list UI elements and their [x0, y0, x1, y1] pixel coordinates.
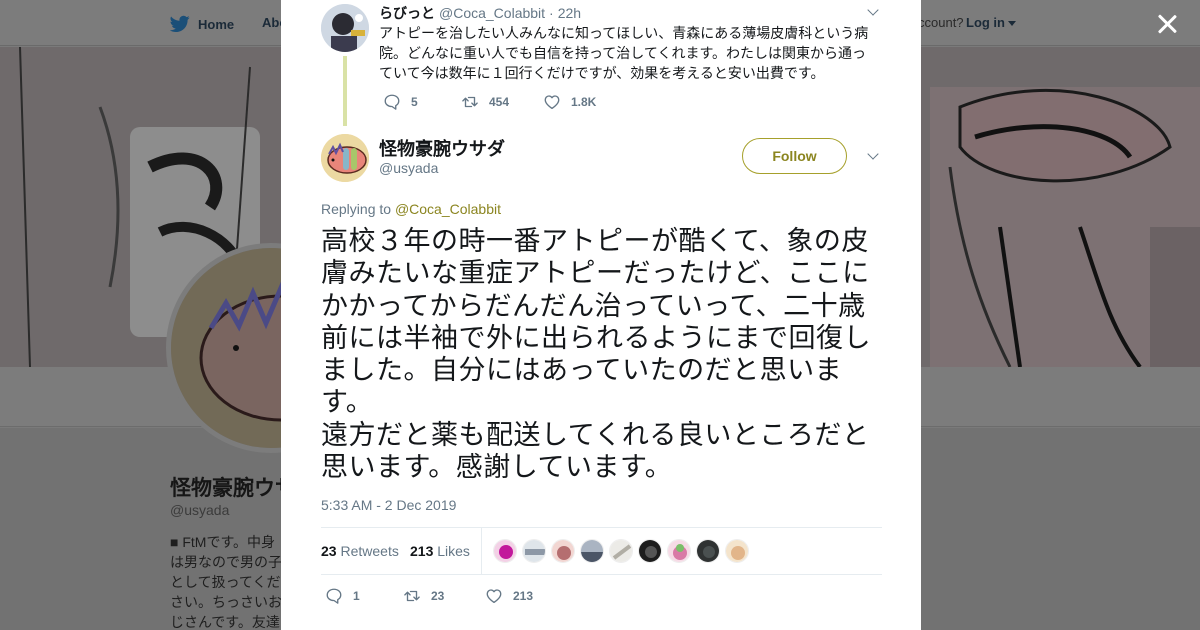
- retweets-stat-label: Retweets: [340, 543, 399, 559]
- likes-stat[interactable]: 213 Likes: [410, 543, 470, 559]
- retweet-button[interactable]: 23: [403, 587, 485, 605]
- login-button[interactable]: Log in: [966, 15, 1016, 30]
- chevron-down-icon[interactable]: [867, 6, 879, 18]
- like-count: 213: [513, 589, 534, 603]
- replying-to-link[interactable]: @Coca_Colabbit: [395, 201, 501, 217]
- author-handle[interactable]: @usyada: [379, 160, 438, 176]
- reply-icon: [326, 588, 342, 604]
- parent-author-handle[interactable]: @Coca_Colabbit: [439, 5, 545, 21]
- like-button[interactable]: 1.8K: [543, 93, 596, 111]
- liker-avatar[interactable]: [522, 539, 546, 563]
- replying-prefix: Replying to: [321, 201, 392, 217]
- reply-button[interactable]: 1: [325, 587, 403, 605]
- likes-stat-count: 213: [410, 543, 434, 559]
- separator-dot: ·: [549, 5, 554, 21]
- liker-avatar[interactable]: [580, 539, 604, 563]
- retweet-count: 454: [489, 95, 510, 109]
- liker-avatar[interactable]: [696, 539, 720, 563]
- retweets-stat[interactable]: 23 Retweets: [321, 543, 399, 559]
- liker-avatar[interactable]: [493, 539, 517, 563]
- account-prompt: ccount?: [918, 15, 964, 30]
- liker-avatar[interactable]: [725, 539, 749, 563]
- parent-tweet[interactable]: らびっと @Coca_Colabbit · 22h アトピーを治したい人みんなに…: [321, 0, 881, 126]
- like-count: 1.8K: [571, 95, 597, 109]
- heart-icon: [544, 95, 560, 110]
- nav-home[interactable]: Home: [170, 15, 234, 33]
- reply-count: 5: [411, 95, 418, 109]
- retweet-icon: [404, 590, 420, 602]
- tweet-text: 高校３年の時一番アトピーが酷くて、象の皮膚みたいな重症アトピーだったけど、ここに…: [321, 226, 871, 484]
- profile-handle: @usyada: [170, 502, 230, 518]
- parent-tweet-actions: 5 454 1.8K: [383, 93, 596, 111]
- likes-stat-label: Likes: [437, 543, 470, 559]
- reply-button[interactable]: 5: [383, 93, 461, 111]
- liker-avatar[interactable]: [638, 539, 662, 563]
- retweet-button[interactable]: 454: [461, 93, 543, 111]
- reply-count: 1: [353, 589, 360, 603]
- tweet-timestamp[interactable]: 5:33 AM - 2 Dec 2019: [321, 497, 456, 513]
- close-icon[interactable]: [1154, 12, 1180, 38]
- parent-tweet-header: らびっと @Coca_Colabbit · 22h: [379, 3, 581, 23]
- twitter-bird-icon: [170, 15, 190, 32]
- login-label: Log in: [966, 15, 1005, 30]
- retweets-stat-count: 23: [321, 543, 337, 559]
- nav-home-label: Home: [198, 16, 235, 32]
- parent-author-name[interactable]: らびっと: [379, 3, 435, 23]
- reply-icon: [384, 94, 400, 110]
- caret-down-icon: [1008, 21, 1016, 26]
- stats-divider: [481, 528, 482, 575]
- profile-name: 怪物豪腕ウサ: [170, 477, 296, 500]
- retweet-count: 23: [431, 589, 445, 603]
- replying-to: Replying to @Coca_Colabbit: [321, 201, 501, 217]
- liker-avatar[interactable]: [667, 539, 691, 563]
- follow-button[interactable]: Follow: [742, 138, 847, 174]
- tweet-modal: らびっと @Coca_Colabbit · 22h アトピーを治したい人みんなに…: [281, 0, 921, 630]
- parent-tweet-time[interactable]: 22h: [558, 5, 581, 21]
- avatar[interactable]: [321, 4, 369, 52]
- thread-connector: [343, 56, 347, 126]
- liker-avatar[interactable]: [609, 539, 633, 563]
- tweet-actions: 1 23 213: [325, 587, 533, 605]
- parent-tweet-text: アトピーを治したい人みんなに知ってほしい、青森にある薄場皮膚科という病院。どんな…: [379, 25, 869, 81]
- author-name[interactable]: 怪物豪腕ウサダ: [379, 135, 505, 161]
- chevron-down-icon[interactable]: [867, 150, 879, 162]
- liker-avatars: [493, 539, 749, 563]
- retweet-icon: [462, 96, 478, 108]
- like-button[interactable]: 213: [485, 587, 533, 605]
- tweet-stats: 23 Retweets 213 Likes: [321, 527, 882, 575]
- liker-avatar[interactable]: [551, 539, 575, 563]
- heart-icon: [486, 589, 502, 604]
- profile-bio: ■ FtMです。中身は男なので男の子として扱ってください。ちっさいおじさんです。…: [170, 534, 282, 630]
- avatar[interactable]: [321, 134, 369, 182]
